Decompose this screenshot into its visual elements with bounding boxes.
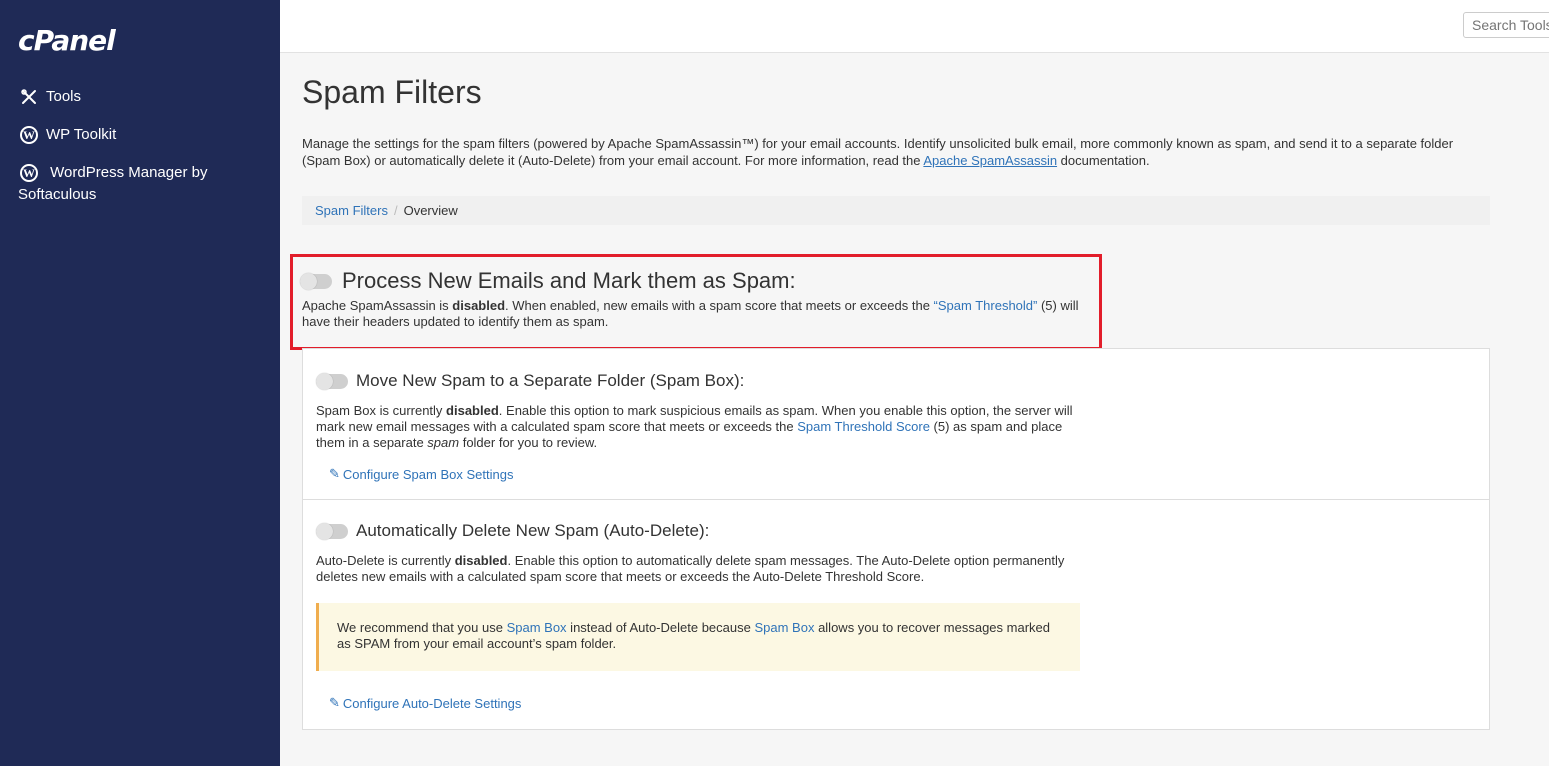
spam-box-description: Spam Box is currently disabled. Enable t…: [316, 403, 1076, 451]
intro-text: Manage the settings for the spam filters…: [302, 136, 1454, 168]
auto-delete-toggle[interactable]: [316, 522, 348, 540]
sidebar: cPanel Tools W WP Toolkit W WordPress Ma…: [0, 0, 280, 766]
spam-box-link[interactable]: Spam Box: [754, 620, 814, 635]
recommendation-alert: We recommend that you use Spam Box inste…: [316, 603, 1080, 671]
configure-auto-delete-label: Configure Auto-Delete Settings: [342, 695, 522, 711]
desc-text: folder for you to review.: [459, 435, 598, 450]
breadcrumb-spam-filters[interactable]: Spam Filters: [315, 203, 388, 218]
sidebar-item-label: WordPress Manager by Softaculous: [18, 164, 208, 204]
configure-spam-box-link[interactable]: ✎ Configure Spam Box Settings: [329, 466, 513, 482]
sidebar-item-wordpress-manager[interactable]: W WordPress Manager by Softaculous: [18, 162, 248, 206]
sidebar-item-label: WP Toolkit: [46, 126, 117, 143]
wordpress-icon: W: [18, 124, 40, 146]
search-tools-input[interactable]: [1463, 12, 1549, 38]
highlight-box: [290, 254, 1102, 350]
pencil-icon: ✎: [329, 695, 340, 710]
emphasis-text: spam: [427, 435, 460, 450]
pencil-icon: ✎: [329, 466, 340, 481]
breadcrumb: Spam Filters / Overview: [302, 196, 1490, 225]
configure-auto-delete-link[interactable]: ✎ Configure Auto-Delete Settings: [329, 695, 521, 711]
status-text: disabled: [454, 553, 508, 568]
sidebar-item-label: Tools: [46, 88, 82, 105]
spam-box-section: Move New Spam to a Separate Folder (Spam…: [316, 371, 1076, 451]
sidebar-item-wp-toolkit[interactable]: W WP Toolkit: [18, 124, 116, 146]
page-title: Spam Filters: [302, 74, 482, 110]
tools-icon: [18, 86, 40, 108]
intro-text-end: documentation.: [1057, 153, 1150, 168]
divider: [303, 499, 1489, 500]
spam-box-title: Move New Spam to a Separate Folder (Spam…: [356, 371, 745, 390]
sidebar-item-tools[interactable]: Tools: [18, 86, 81, 108]
auto-delete-title: Automatically Delete New Spam (Auto-Dele…: [356, 521, 710, 540]
alert-text: We recommend that you use: [337, 620, 507, 635]
top-bar: [280, 0, 1549, 53]
status-text: disabled: [446, 403, 499, 418]
breadcrumb-current: Overview: [403, 203, 458, 218]
breadcrumb-separator: /: [393, 203, 398, 218]
page-intro: Manage the settings for the spam filters…: [302, 135, 1482, 169]
alert-text: instead of Auto-Delete because: [566, 620, 755, 635]
spam-box-toggle[interactable]: [316, 372, 348, 390]
auto-delete-section: Automatically Delete New Spam (Auto-Dele…: [316, 521, 1076, 585]
spam-box-heading: Move New Spam to a Separate Folder (Spam…: [316, 371, 1076, 391]
desc-text: Auto-Delete is currently: [316, 553, 455, 568]
cpanel-logo[interactable]: cPanel: [18, 24, 116, 57]
apache-spamassassin-link[interactable]: Apache SpamAssassin: [923, 153, 1057, 168]
auto-delete-description: Auto-Delete is currently disabled. Enabl…: [316, 553, 1076, 585]
wordpress-icon: W: [18, 162, 40, 184]
auto-delete-heading: Automatically Delete New Spam (Auto-Dele…: [316, 521, 1076, 541]
spam-options-panel: Move New Spam to a Separate Folder (Spam…: [302, 348, 1490, 730]
desc-text: Spam Box is currently: [316, 403, 447, 418]
configure-spam-box-label: Configure Spam Box Settings: [342, 466, 514, 482]
spam-box-link[interactable]: Spam Box: [507, 620, 567, 635]
spam-threshold-score-link[interactable]: Spam Threshold Score: [797, 419, 930, 434]
